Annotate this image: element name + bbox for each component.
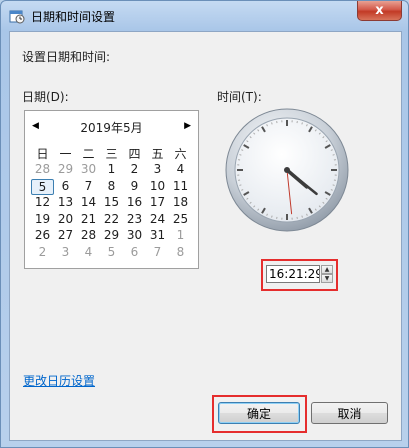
weekday-label: 四	[128, 147, 141, 161]
calendar-week-row: 28 29 30 1 2 3 4	[31, 162, 192, 179]
weekday-label: 一	[59, 147, 72, 161]
calendar-day[interactable]: 20	[54, 212, 77, 228]
dialog-client-area: 设置日期和时间: 日期(D): 时间(T): ◀ 2019年5月 ▶ 日 一 二…	[9, 31, 402, 441]
calendar-day[interactable]: 23	[123, 212, 146, 228]
analog-clock-icon	[225, 108, 349, 232]
calendar-day[interactable]: 7	[77, 179, 100, 195]
time-spinner: ▲ ▼	[321, 265, 333, 283]
calendar-day[interactable]: 13	[54, 195, 77, 211]
calendar-day[interactable]: 26	[31, 228, 54, 244]
calendar-day[interactable]: 24	[146, 212, 169, 228]
calendar-week-row: 2 3 4 5 6 7 8	[31, 245, 192, 262]
clock-minute-tick	[271, 122, 273, 125]
next-month-icon[interactable]: ▶	[184, 121, 191, 131]
calendar-day[interactable]: 18	[169, 195, 192, 211]
calendar-day[interactable]: 3	[54, 245, 77, 261]
change-calendar-settings-link[interactable]: 更改日历设置	[23, 372, 95, 389]
calendar-day[interactable]: 9	[123, 179, 146, 195]
calendar-day[interactable]: 4	[77, 245, 100, 261]
calendar-day[interactable]: 2	[31, 245, 54, 261]
calendar-day[interactable]: 15	[100, 195, 123, 211]
clock-minute-tick	[301, 122, 303, 125]
calendar-day[interactable]: 28	[31, 162, 54, 178]
date-time-app-icon	[9, 10, 25, 24]
calendar-day[interactable]: 1	[100, 162, 123, 178]
calendar-week-row: 26 27 28 29 30 31 1	[31, 228, 192, 245]
calendar-day[interactable]: 30	[123, 228, 146, 244]
calendar-day[interactable]: 3	[146, 162, 169, 178]
calendar-day[interactable]: 21	[77, 212, 100, 228]
clock-minute-tick	[239, 184, 242, 186]
weekday-label: 二	[82, 147, 95, 161]
calendar-day[interactable]: 14	[77, 195, 100, 211]
spin-down-arrow-icon[interactable]: ▼	[321, 274, 333, 283]
calendar-week-row: 19 20 21 22 23 24 25	[31, 212, 192, 229]
calendar-day[interactable]: 5	[100, 245, 123, 261]
weekday-label: 六	[174, 147, 187, 161]
weekday-label: 三	[105, 147, 118, 161]
ok-button[interactable]: 确定	[218, 402, 300, 424]
calendar-day[interactable]: 6	[54, 179, 77, 195]
calendar-day[interactable]: 1	[169, 228, 192, 244]
cancel-button[interactable]: 取消	[311, 402, 388, 424]
clock-minute-tick	[239, 154, 242, 156]
calendar-day[interactable]: 2	[123, 162, 146, 178]
calendar-day[interactable]: 25	[169, 212, 192, 228]
date-time-settings-window: 日期和时间设置 x 设置日期和时间: 日期(D): 时间(T): ◀ 2019年…	[0, 0, 409, 448]
calendar-week-row: 5 6 7 8 9 10 11	[31, 178, 192, 196]
calendar-day[interactable]: 8	[100, 179, 123, 195]
calendar-day-grid: 28 29 30 1 2 3 4 5 6 7 8 9 10 11 12 13 1…	[31, 162, 192, 261]
calendar-day[interactable]: 17	[146, 195, 169, 211]
calendar-day[interactable]: 6	[123, 245, 146, 261]
calendar-month-title[interactable]: 2019年5月	[25, 119, 198, 136]
calendar-day[interactable]: 30	[77, 162, 100, 178]
weekday-label: 日	[36, 147, 49, 161]
time-field-highlight: ▲ ▼	[261, 259, 338, 291]
calendar-day[interactable]: 11	[169, 179, 192, 195]
calendar-day[interactable]: 10	[146, 179, 169, 195]
calendar-week-row: 12 13 14 15 16 17 18	[31, 195, 192, 212]
calendar-day[interactable]: 29	[54, 162, 77, 178]
date-label: 日期(D):	[22, 90, 69, 104]
clock-minute-tick	[332, 154, 335, 156]
calendar-day[interactable]: 27	[54, 228, 77, 244]
title-bar[interactable]: 日期和时间设置 x	[1, 1, 408, 31]
month-calendar[interactable]: ◀ 2019年5月 ▶ 日 一 二 三 四 五 六 28 29 30 1 2 3	[24, 110, 199, 269]
calendar-day[interactable]: 16	[123, 195, 146, 211]
time-input[interactable]	[266, 265, 320, 283]
close-icon: x	[375, 3, 384, 18]
calendar-day[interactable]: 22	[100, 212, 123, 228]
clock-minute-tick	[332, 184, 335, 186]
calendar-day[interactable]: 28	[77, 228, 100, 244]
instruction-text: 设置日期和时间:	[22, 50, 111, 64]
clock-minute-tick	[301, 215, 303, 218]
calendar-day[interactable]: 29	[100, 228, 123, 244]
time-label: 时间(T):	[217, 90, 262, 104]
window-title: 日期和时间设置	[31, 10, 116, 24]
weekday-header: 日 一 二 三 四 五 六	[31, 145, 192, 162]
calendar-day[interactable]: 31	[146, 228, 169, 244]
close-button[interactable]: x	[357, 1, 402, 21]
weekday-label: 五	[151, 147, 164, 161]
spin-up-arrow-icon[interactable]: ▲	[321, 265, 333, 274]
calendar-day[interactable]: 12	[31, 195, 54, 211]
calendar-day[interactable]: 8	[169, 245, 192, 261]
calendar-day[interactable]: 4	[169, 162, 192, 178]
calendar-day[interactable]: 19	[31, 212, 54, 228]
calendar-day[interactable]: 7	[146, 245, 169, 261]
calendar-day-selected[interactable]: 5	[31, 178, 54, 195]
clock-minute-tick	[271, 215, 273, 218]
